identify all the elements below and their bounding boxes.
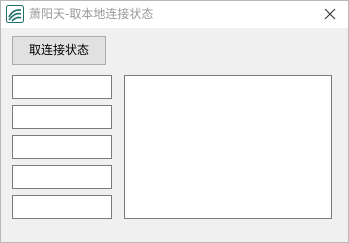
status-field-2[interactable]: [12, 105, 112, 129]
app-window: 萧阳天-取本地连接状态 取连接状态: [0, 0, 349, 243]
title-bar[interactable]: 萧阳天-取本地连接状态: [1, 1, 348, 28]
window-title: 萧阳天-取本地连接状态: [29, 7, 154, 21]
close-icon: [324, 8, 336, 20]
get-connection-status-button[interactable]: 取连接状态: [12, 36, 106, 65]
status-field-5[interactable]: [12, 195, 112, 219]
output-textarea[interactable]: [124, 75, 332, 219]
status-field-3[interactable]: [12, 135, 112, 159]
status-field-4[interactable]: [12, 165, 112, 189]
status-field-1[interactable]: [12, 75, 112, 99]
app-logo-icon: [6, 5, 24, 23]
close-button[interactable]: [319, 4, 341, 24]
